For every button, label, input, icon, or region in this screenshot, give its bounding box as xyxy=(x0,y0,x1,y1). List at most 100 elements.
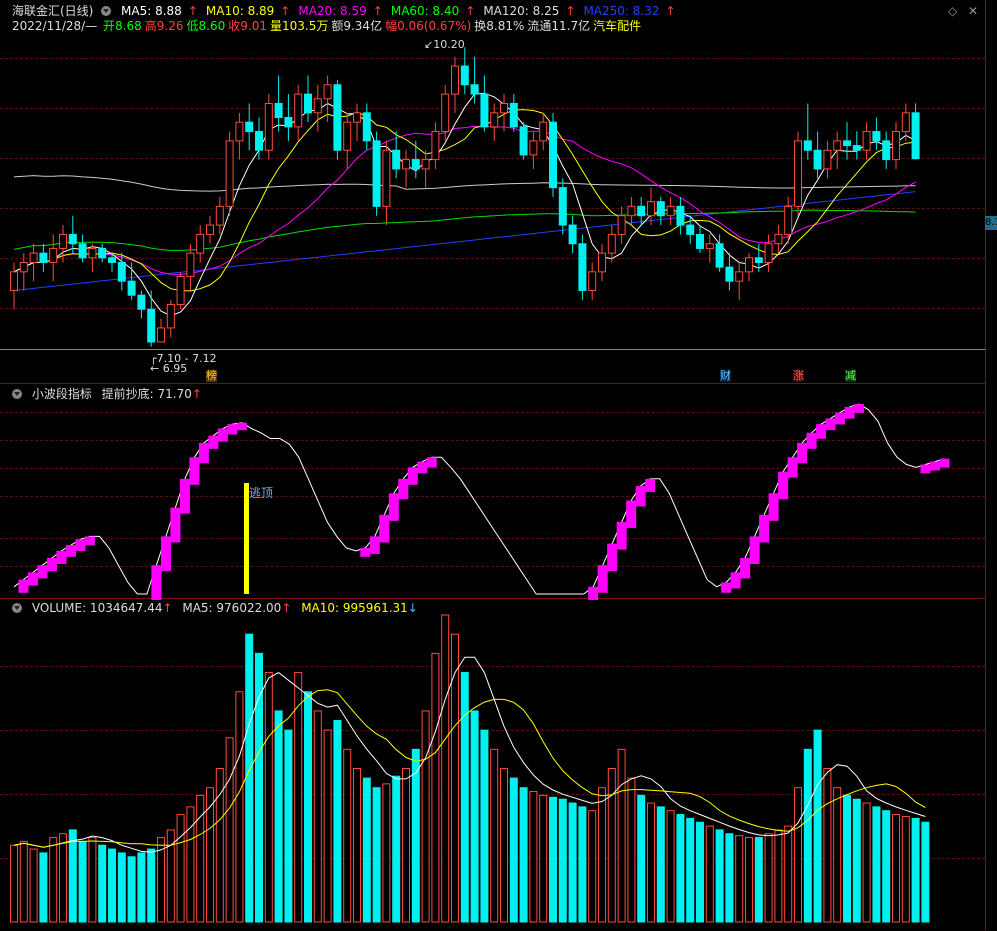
candle-body xyxy=(588,271,597,292)
candle-body xyxy=(882,140,891,161)
volume-ma10-line xyxy=(13,689,926,848)
indicator-step-block xyxy=(398,478,409,500)
candle-body xyxy=(206,224,214,235)
candle-body xyxy=(578,243,587,292)
volume-bar xyxy=(78,840,87,923)
volume-dropdown-icon[interactable] xyxy=(12,603,22,613)
indicator-step-block xyxy=(417,461,428,474)
candle-body xyxy=(862,131,871,151)
indicator-name[interactable]: 小波段指标 xyxy=(32,387,92,401)
indicator-step-block xyxy=(379,514,390,543)
candle-body xyxy=(235,121,244,142)
volume-bar xyxy=(402,768,410,923)
volume-bar xyxy=(500,768,508,923)
volume-bar xyxy=(637,794,646,923)
indicator-step-block xyxy=(179,478,190,514)
volume-bar xyxy=(715,829,724,923)
event-tag-rank[interactable]: 榜 xyxy=(206,370,217,382)
volume-bar xyxy=(29,848,38,923)
volume-bar xyxy=(245,633,254,923)
volume-bar xyxy=(901,815,910,923)
candle-body xyxy=(451,65,459,95)
volume-bar xyxy=(49,837,58,923)
indicator-step-block xyxy=(84,536,95,546)
indicator-step-block xyxy=(407,467,418,485)
indicator-step-block xyxy=(920,464,931,474)
candle-body xyxy=(480,93,489,128)
candle-body xyxy=(519,126,528,156)
volume-bar xyxy=(509,777,518,923)
candle-body xyxy=(392,149,401,170)
candle-body xyxy=(353,112,361,123)
candle-body xyxy=(617,215,626,235)
indicator-dropdown-icon[interactable] xyxy=(12,389,22,399)
candle-body xyxy=(255,131,263,151)
candle-body xyxy=(304,93,312,114)
candle-body xyxy=(245,121,254,133)
indicator-step-block xyxy=(369,536,380,554)
volume-bar xyxy=(892,814,900,923)
candle-body xyxy=(470,84,479,95)
candle-body xyxy=(676,205,685,226)
volume-bar xyxy=(353,768,361,923)
volume-bar xyxy=(362,777,371,923)
event-tag-finance[interactable]: 财 xyxy=(720,370,731,382)
volume-label: VOLUME: 1034647.44 xyxy=(31,601,163,615)
volume-bar xyxy=(264,672,273,923)
event-tag-limit-up[interactable]: 涨 xyxy=(793,370,804,382)
volume-bar xyxy=(882,810,891,923)
candle-body xyxy=(686,224,695,235)
indicator-step-block xyxy=(236,422,247,431)
volume-bar xyxy=(343,748,352,923)
volume-bar xyxy=(588,810,597,923)
candle-body xyxy=(529,140,538,156)
indicator-step-block xyxy=(151,565,162,600)
candle-body xyxy=(823,149,832,170)
volume-bar xyxy=(647,802,655,923)
candle-body xyxy=(725,266,734,282)
candle-body xyxy=(117,261,126,282)
volume-bar xyxy=(10,844,18,923)
indicator-step-block xyxy=(835,412,846,425)
volume-bar xyxy=(813,729,822,923)
kline-chart[interactable] xyxy=(0,0,985,930)
candle-body xyxy=(39,252,48,263)
candle-body xyxy=(735,271,744,282)
candle-body xyxy=(745,257,753,273)
current-price-tag: 8.1 xyxy=(985,216,997,230)
candle-body xyxy=(166,304,175,329)
indicator-step-block xyxy=(37,565,48,579)
candle-body xyxy=(843,140,851,147)
candle-body xyxy=(647,201,655,217)
candle-body xyxy=(147,308,156,343)
volume-bar xyxy=(558,798,567,923)
indicator-step-block xyxy=(27,572,38,586)
candle-body xyxy=(813,149,822,170)
event-tag-reduce[interactable]: 减 xyxy=(845,370,856,382)
volume-bar xyxy=(274,710,283,923)
right-axis xyxy=(985,0,997,930)
volume-bar xyxy=(225,737,234,923)
volume-bar xyxy=(862,802,871,923)
indicator-step-block xyxy=(46,558,57,572)
candle-body xyxy=(607,233,616,254)
indicator-step-block xyxy=(75,539,86,552)
candle-body xyxy=(137,294,146,310)
volume-bar xyxy=(451,633,459,923)
volume-bar xyxy=(333,720,342,923)
candle-body xyxy=(176,276,185,306)
volume-bar xyxy=(666,810,675,923)
indicator-step-block xyxy=(170,507,181,543)
candle-body xyxy=(558,187,567,226)
volume-bar xyxy=(872,806,881,923)
candle-body xyxy=(215,205,224,226)
volume-bar xyxy=(529,791,538,923)
indicator-step-block xyxy=(778,471,789,500)
indicator-step-block xyxy=(588,586,599,600)
indicator-step-block xyxy=(730,572,741,589)
indicator-step-block xyxy=(721,582,732,593)
candle-body xyxy=(294,93,303,128)
volume-bar xyxy=(255,652,263,923)
volume-bar xyxy=(676,814,685,923)
volume-bar xyxy=(549,796,557,923)
